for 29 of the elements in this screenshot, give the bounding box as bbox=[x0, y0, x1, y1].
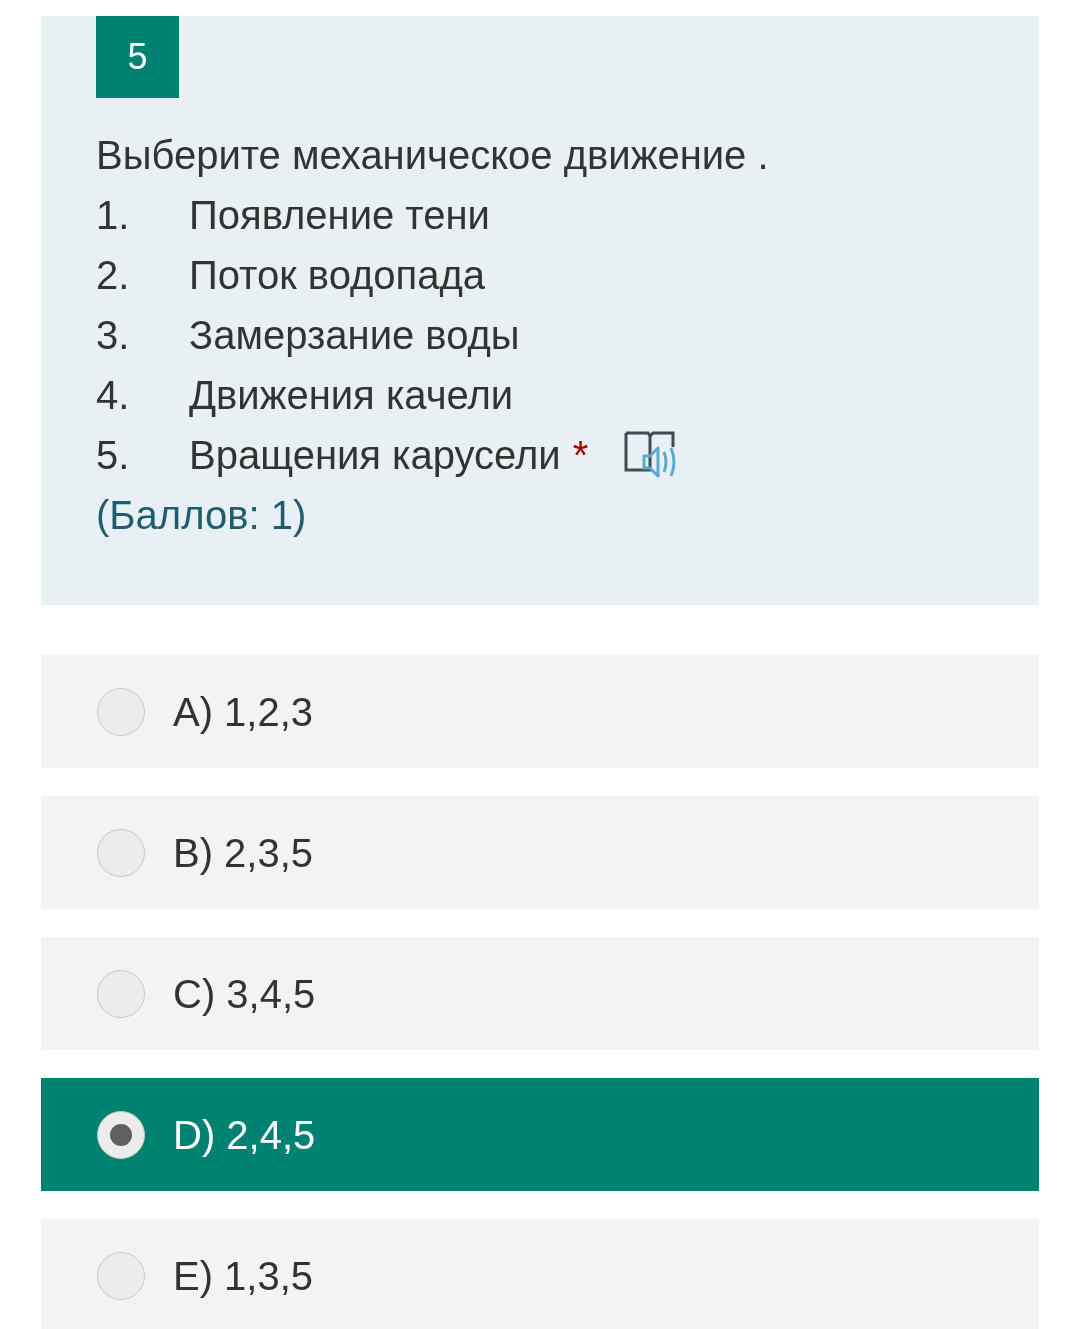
radio-button[interactable] bbox=[97, 1251, 145, 1300]
item-text: Поток водопада bbox=[189, 252, 486, 299]
answer-option[interactable]: D) 2,4,5 bbox=[41, 1078, 1039, 1191]
required-asterisk: * bbox=[572, 432, 589, 479]
item-text: Появление тени bbox=[189, 192, 490, 239]
radio-button[interactable] bbox=[97, 828, 145, 877]
option-label: D) 2,4,5 bbox=[173, 1111, 316, 1159]
points-label: (Баллов: 1) bbox=[96, 492, 308, 539]
item-text: Движения качели bbox=[189, 372, 514, 419]
item-number: 4. bbox=[96, 372, 131, 419]
item-number: 5. bbox=[96, 432, 131, 479]
question-title: Выберите механическое движение . bbox=[96, 132, 770, 179]
question-number: 5 bbox=[96, 16, 179, 98]
radio-button[interactable] bbox=[97, 687, 145, 736]
option-label: B) 2,3,5 bbox=[173, 829, 314, 877]
answer-option[interactable]: B) 2,3,5 bbox=[41, 796, 1039, 909]
option-label: A) 1,2,3 bbox=[173, 688, 314, 736]
answer-option[interactable]: E) 1,3,5 bbox=[41, 1219, 1039, 1329]
answer-option[interactable]: A) 1,2,3 bbox=[41, 655, 1039, 768]
option-label: E) 1,3,5 bbox=[173, 1252, 314, 1300]
answer-option[interactable]: C) 3,4,5 bbox=[41, 937, 1039, 1050]
item-number: 1. bbox=[96, 192, 131, 239]
item-text: Замерзание воды bbox=[189, 312, 520, 359]
radio-button[interactable] bbox=[97, 969, 145, 1018]
item-number: 2. bbox=[96, 252, 131, 299]
radio-button[interactable] bbox=[97, 1110, 145, 1159]
item-text: Вращения карусели bbox=[189, 432, 561, 479]
option-label: C) 3,4,5 bbox=[173, 970, 316, 1018]
item-number: 3. bbox=[96, 312, 131, 359]
